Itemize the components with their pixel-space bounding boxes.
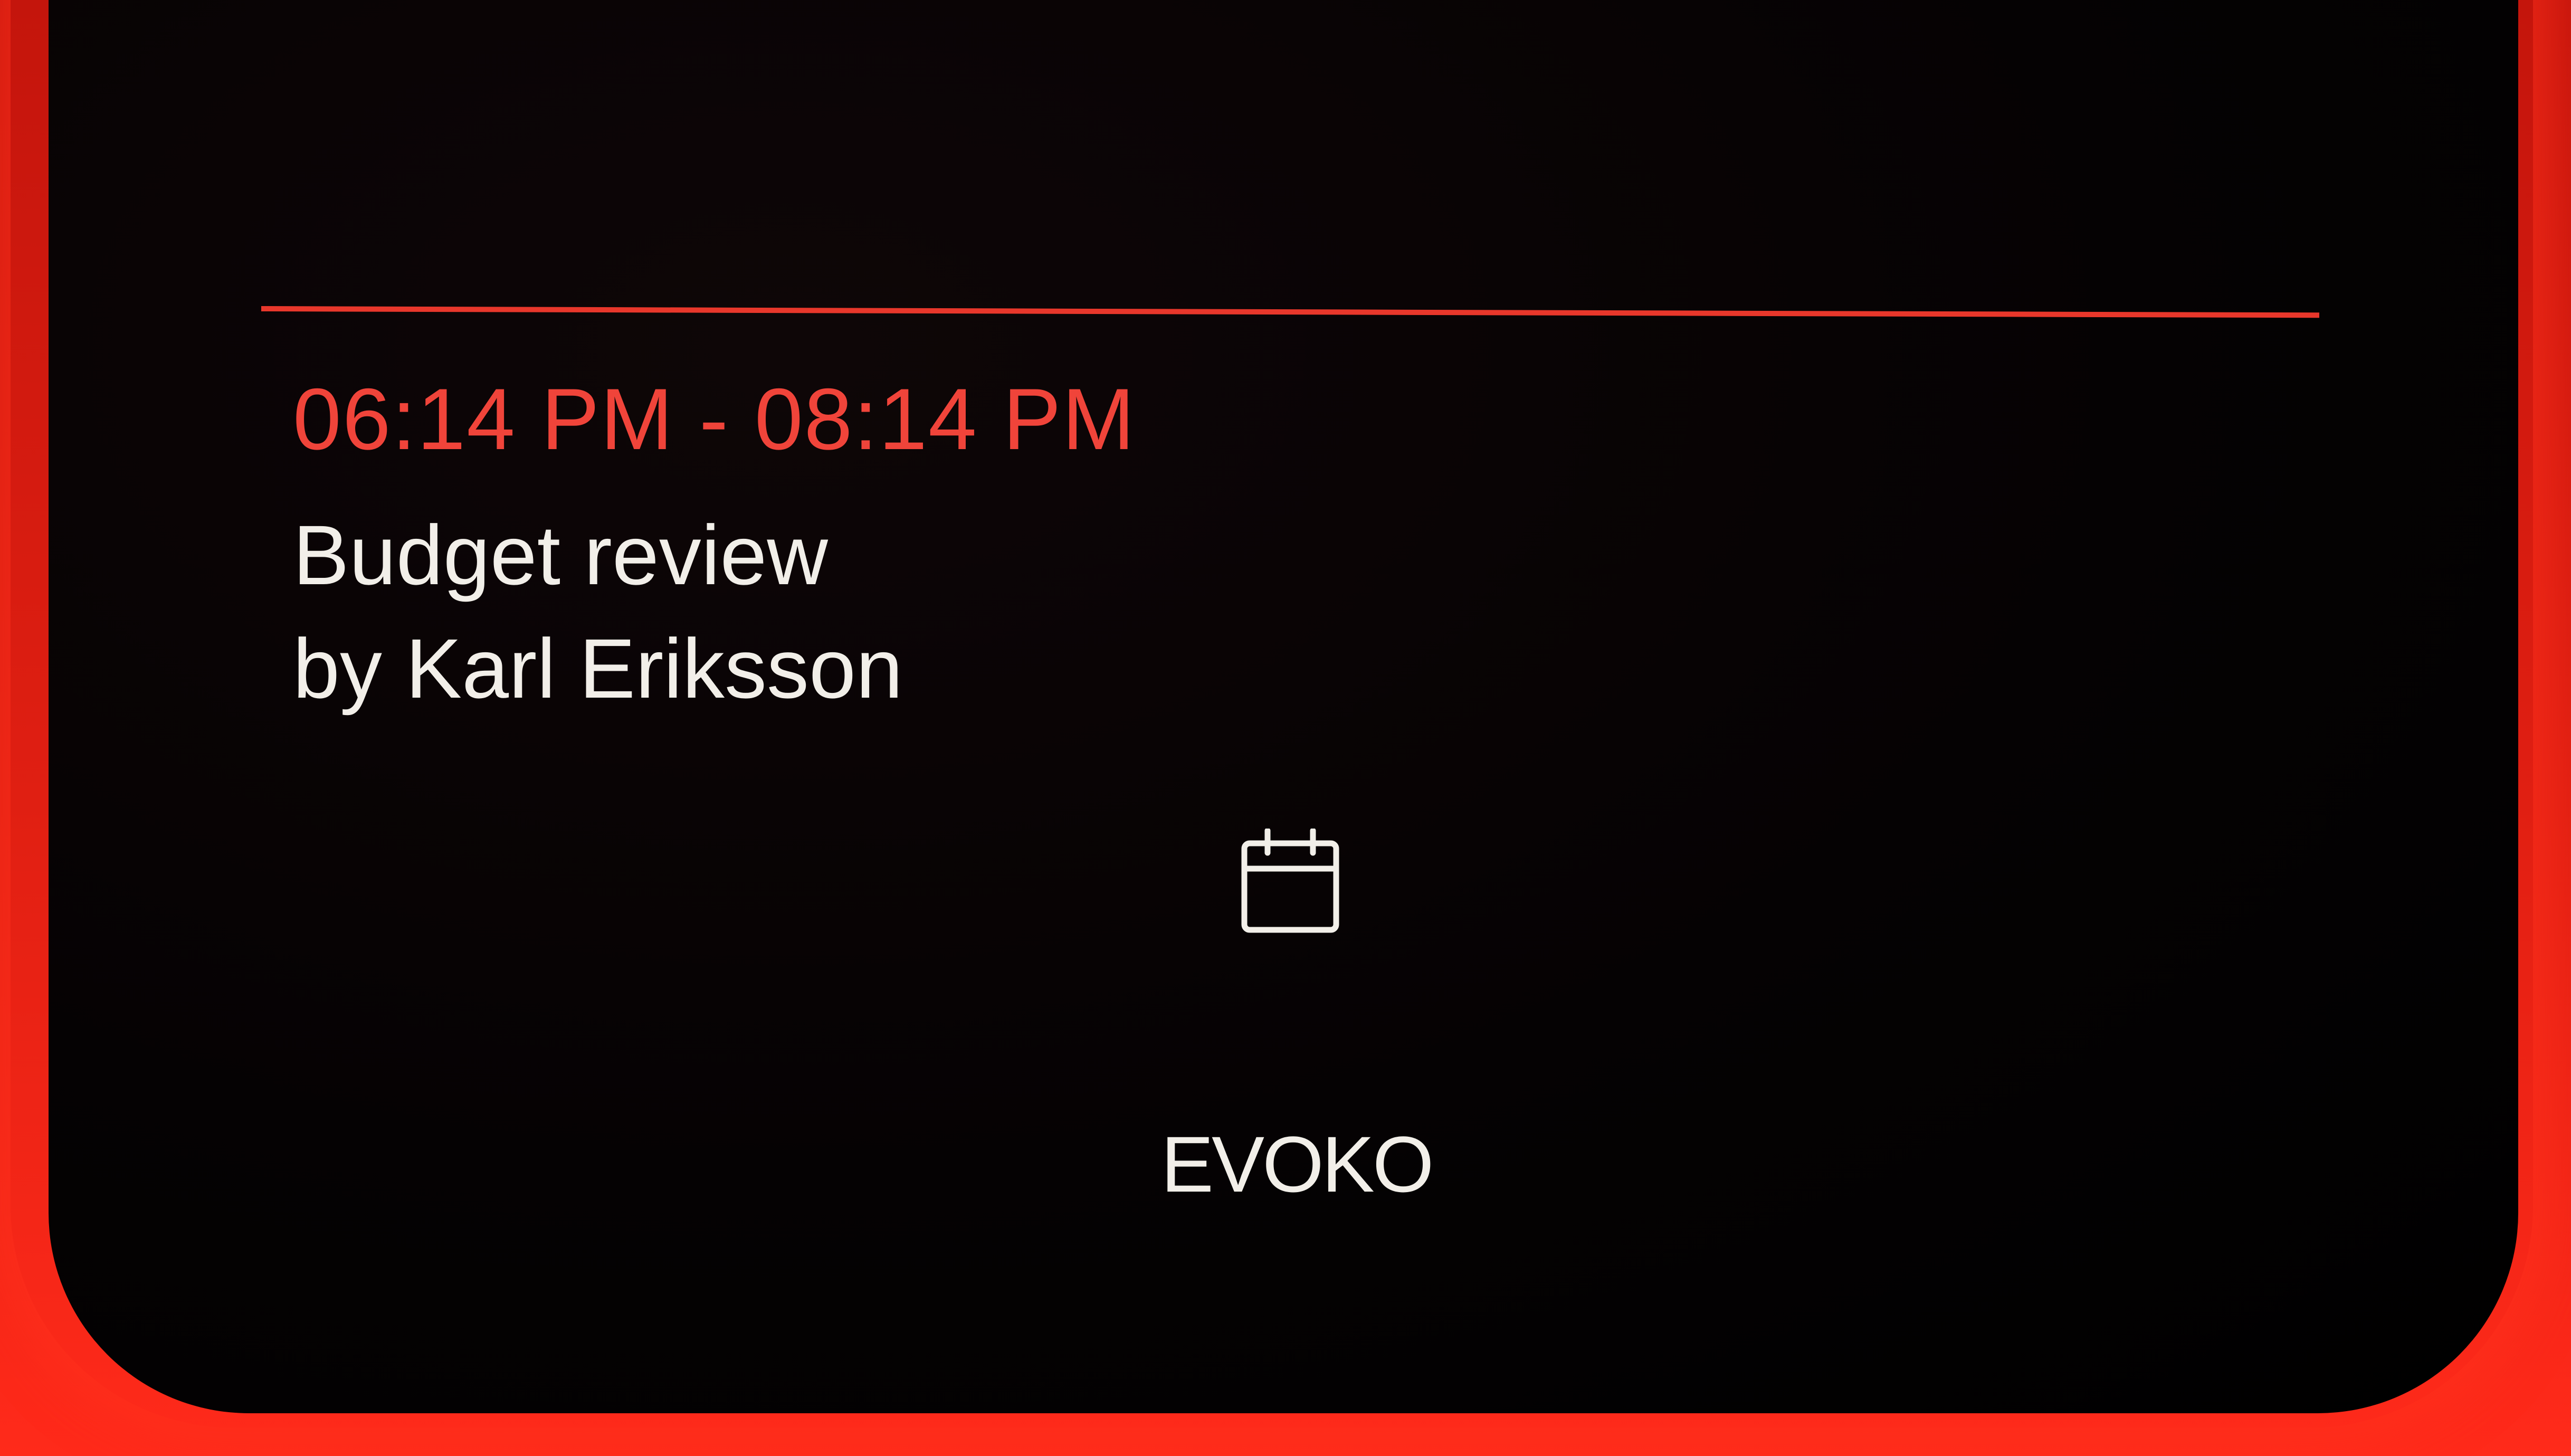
brand-logo: EVOKO (1161, 1120, 1434, 1208)
calendar-icon-graphic (1241, 827, 1339, 933)
calendar-icon[interactable] (1240, 827, 1340, 934)
meeting-time-range: 06:14 PM - 08:14 PM (293, 370, 1136, 468)
device-bezel: 06:14 PM - 08:14 PM Budget review by Kar… (0, 0, 2571, 1456)
meeting-title: Budget review (293, 508, 828, 602)
meeting-organizer: by Karl Eriksson (293, 621, 903, 716)
